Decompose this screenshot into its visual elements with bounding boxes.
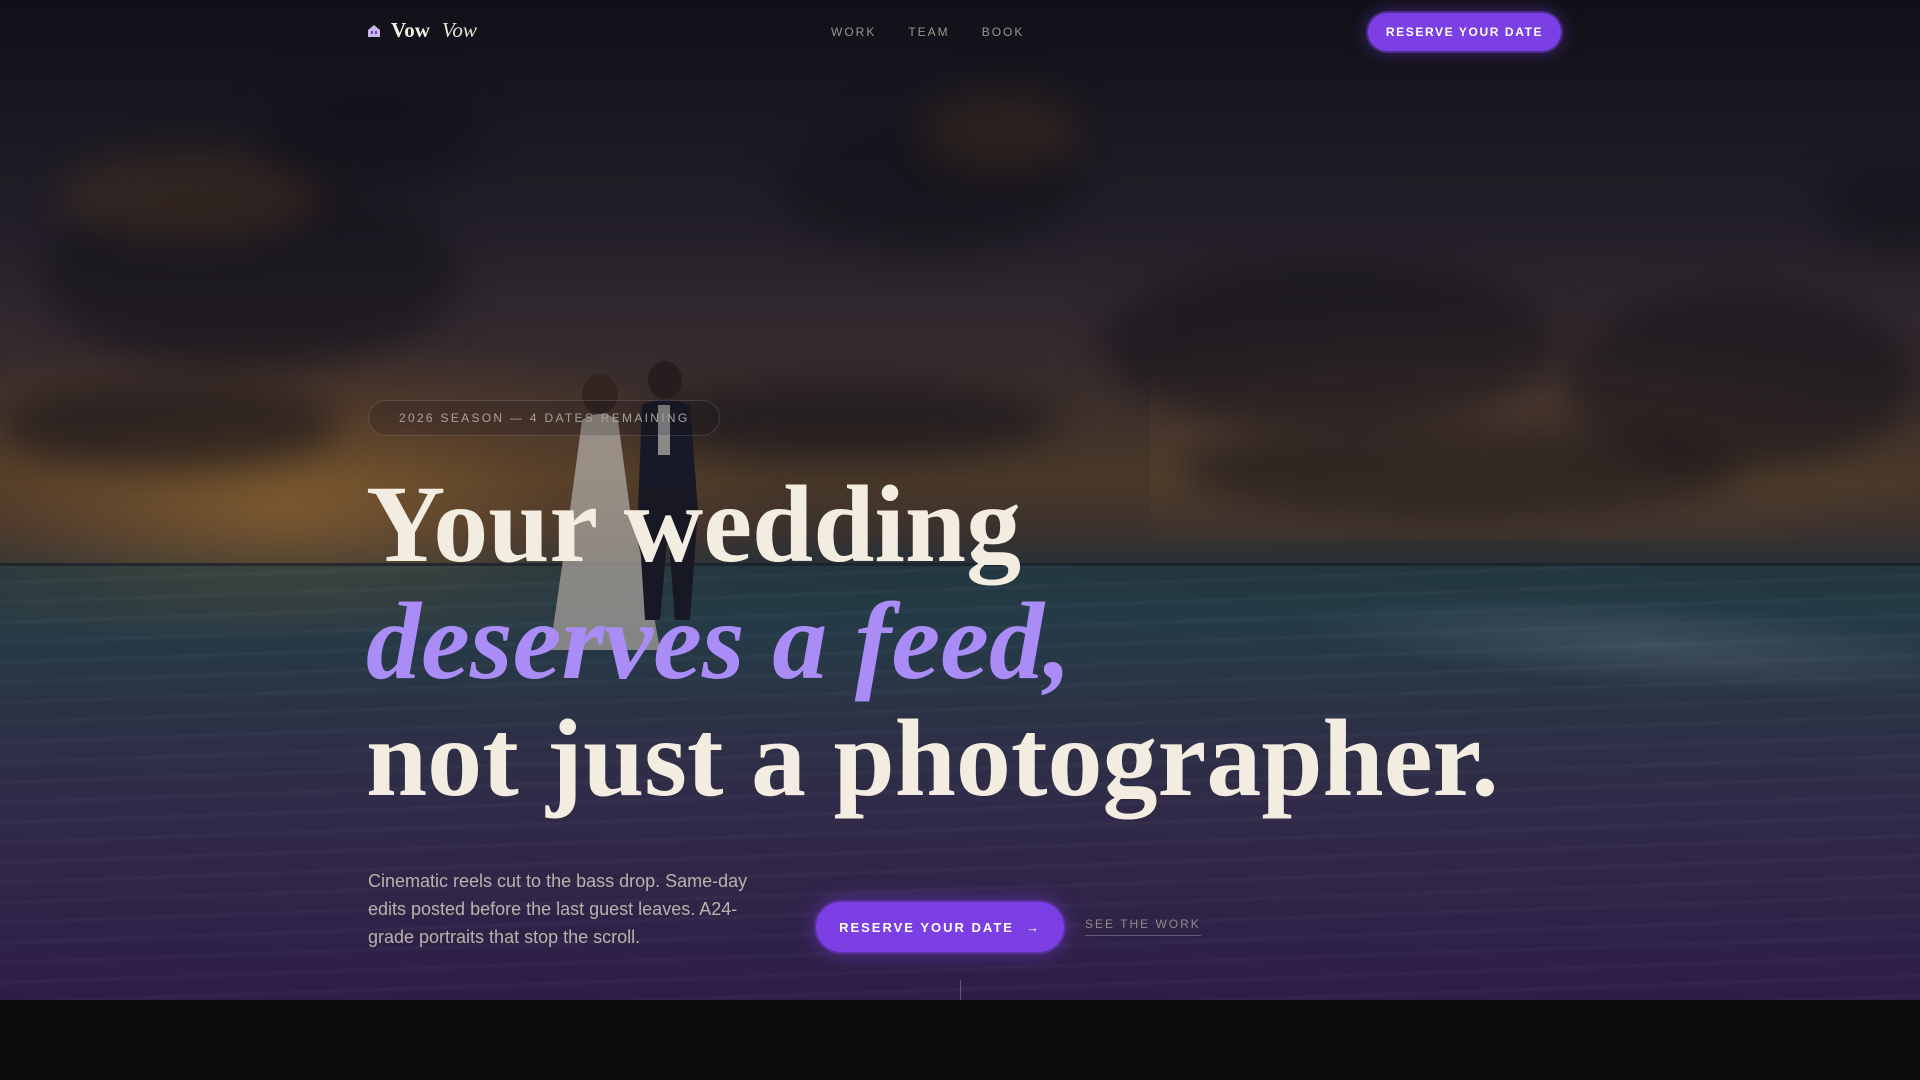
brand-logo[interactable]: Vow Vow: [367, 18, 477, 43]
next-section: [0, 1000, 1920, 1080]
hero-reserve-label: RESERVE YOUR DATE: [839, 919, 1014, 935]
top-nav: Vow Vow WORK TEAM BOOK RESERVE YOUR DATE: [0, 0, 1920, 64]
see-the-work-link[interactable]: SEE THE WORK: [1085, 917, 1201, 936]
nav-menu: WORK TEAM BOOK: [831, 25, 1024, 39]
hero-reserve-button[interactable]: RESERVE YOUR DATE →: [816, 902, 1064, 952]
headline-line-1: Your wedding: [366, 463, 1022, 585]
nav-reserve-button[interactable]: RESERVE YOUR DATE: [1368, 13, 1561, 51]
brand-name-italic: Vow: [441, 18, 477, 42]
scroll-indicator: [960, 980, 961, 1000]
headline-line-3: not just a photographer.: [366, 697, 1499, 819]
hero-description: Cinematic reels cut to the bass drop. Sa…: [368, 871, 748, 947]
hero-headline: Your wedding deserves a feed, not just a…: [366, 466, 1499, 817]
season-badge: 2026 SEASON — 4 DATES REMAINING: [368, 400, 721, 436]
headline-line-2-accent: deserves a feed,: [366, 580, 1072, 702]
nav-link-book[interactable]: BOOK: [982, 25, 1025, 39]
logo-house-icon: [368, 24, 380, 37]
nav-link-team[interactable]: TEAM: [908, 25, 949, 39]
nav-link-work[interactable]: WORK: [831, 25, 876, 39]
brand-name: Vow: [391, 18, 430, 42]
arrow-right-icon: →: [1025, 919, 1041, 935]
